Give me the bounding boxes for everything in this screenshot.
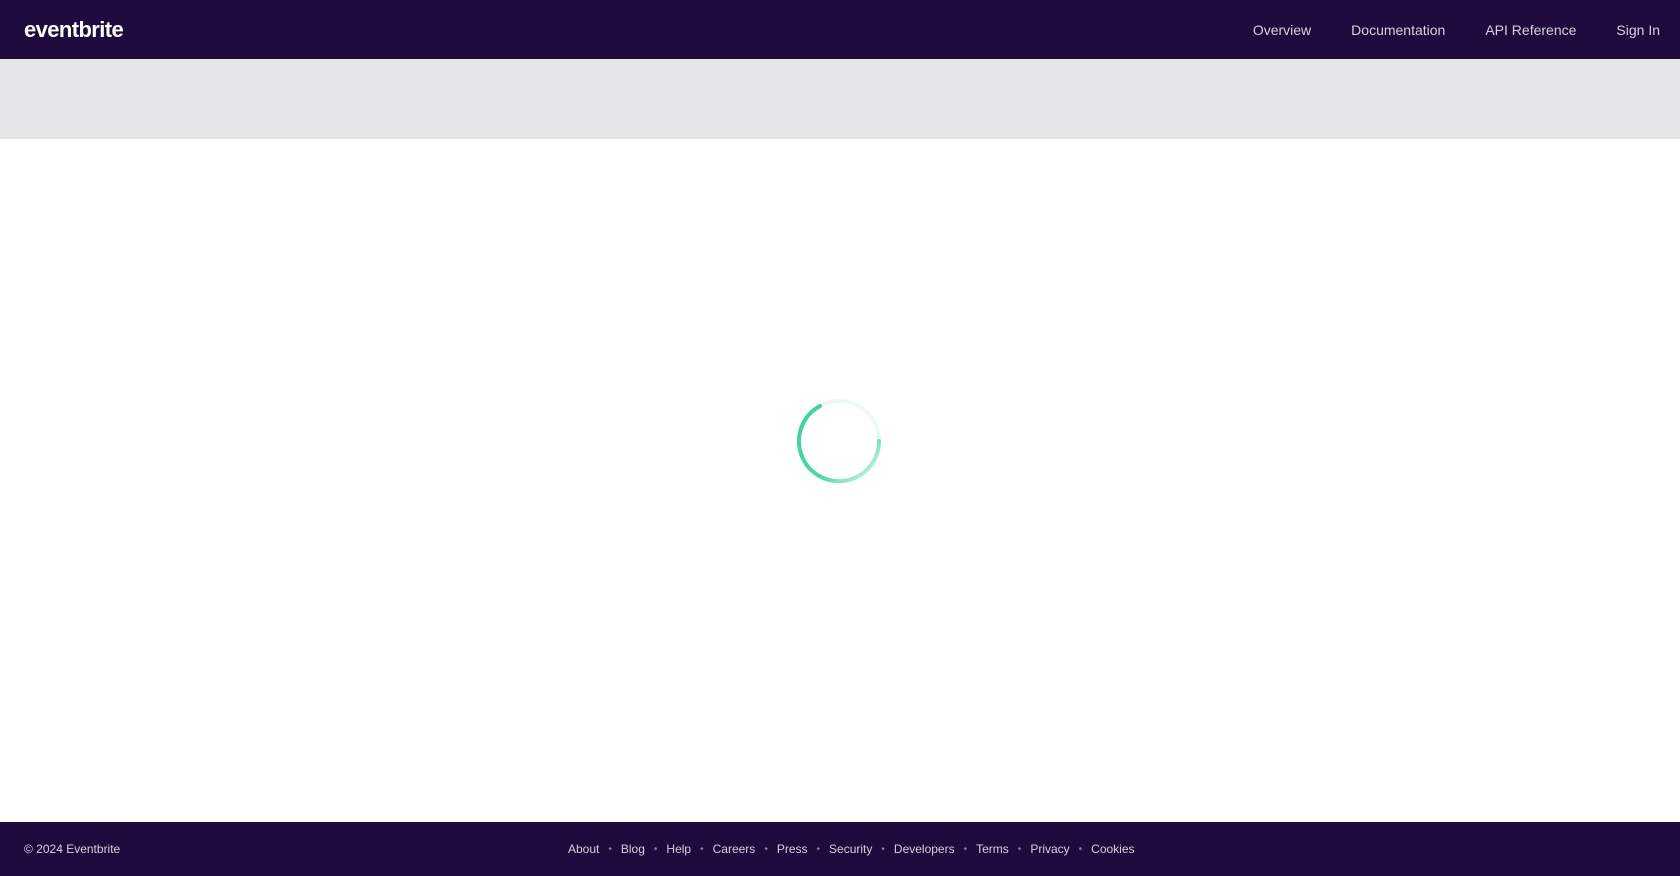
footer-link-terms[interactable]: Terms [976,842,1009,856]
nav-link-overview[interactable]: Overview [1253,22,1311,38]
page-banner [0,59,1680,139]
page: eventbrite Overview Documentation API Re… [0,0,1680,876]
spinner-arc [797,404,882,484]
loading-spinner-icon [797,399,882,484]
footer-link-developers[interactable]: Developers [894,842,955,856]
main-content [0,139,1680,822]
nav-link-documentation[interactable]: Documentation [1351,22,1445,38]
footer-link-help[interactable]: Help [666,842,691,856]
footer-link-press[interactable]: Press [777,842,808,856]
footer-separator: • [608,843,612,855]
footer-links: About • Blog • Help • Careers • Press • … [568,822,1135,876]
footer-link-security[interactable]: Security [829,842,872,856]
footer-link-cookies[interactable]: Cookies [1091,842,1134,856]
footer-copyright: © 2024 Eventbrite [24,842,121,856]
header-nav: Overview Documentation API Reference Sig… [1213,22,1660,38]
footer-separator: • [881,843,885,855]
footer-separator: • [816,843,821,855]
eventbrite-logo[interactable]: eventbrite [24,17,124,43]
footer-link-blog[interactable]: Blog [621,842,645,856]
footer-link-careers[interactable]: Careers [713,842,756,856]
footer-separator: • [1078,843,1083,855]
footer-separator: • [653,843,658,855]
footer-link-about[interactable]: About [568,842,599,856]
footer-separator: • [700,843,704,855]
footer: © 2024 Eventbrite About • Blog • Help • … [0,822,1680,876]
footer-link-privacy[interactable]: Privacy [1030,842,1069,856]
nav-link-sign-in[interactable]: Sign In [1616,22,1660,38]
footer-separator: • [1017,843,1022,855]
nav-link-api-reference[interactable]: API Reference [1485,22,1576,38]
top-navigation-bar: eventbrite Overview Documentation API Re… [0,0,1680,59]
footer-separator: • [963,843,968,855]
footer-separator: • [764,843,768,855]
